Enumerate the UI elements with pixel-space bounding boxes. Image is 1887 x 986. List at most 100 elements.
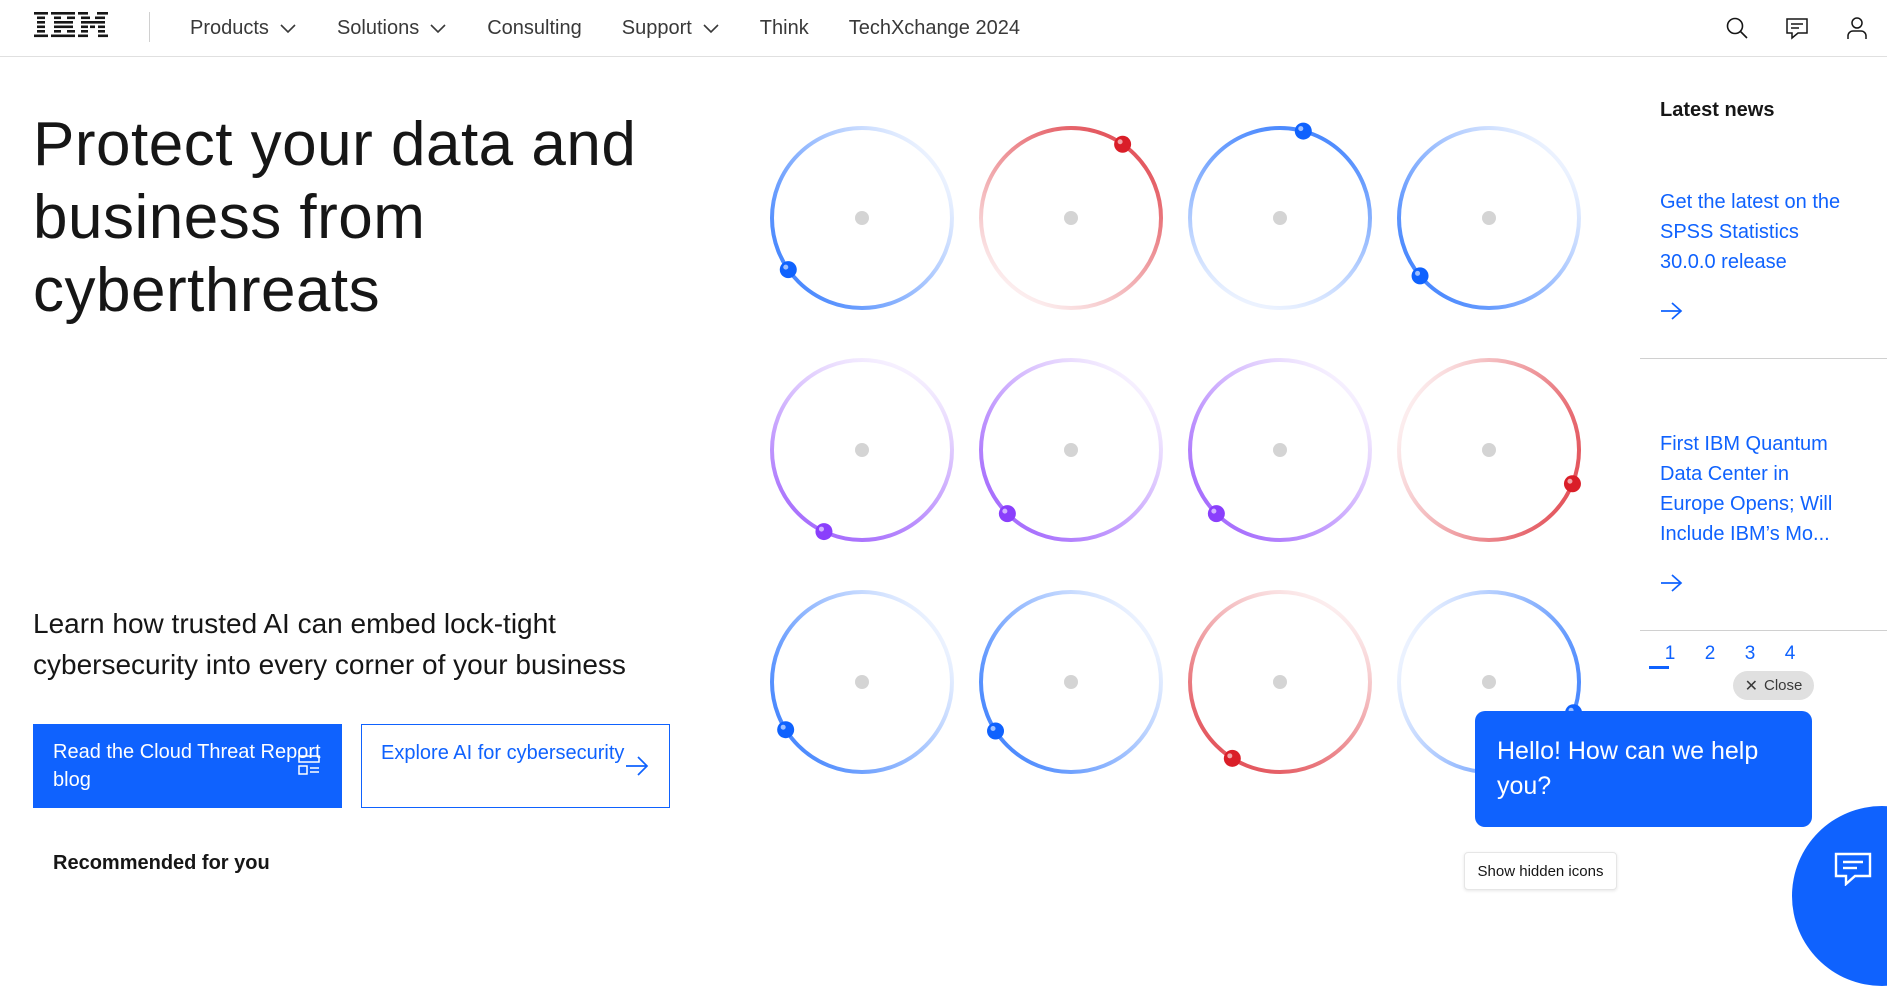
- nav-products-label: Products: [190, 16, 269, 39]
- dial-knob: [987, 722, 1005, 740]
- news-item-link[interactable]: Get the latest on the SPSS Statistics 30…: [1660, 187, 1850, 277]
- nav-think[interactable]: Think: [740, 0, 829, 56]
- arrow-right-icon: [626, 756, 649, 776]
- dial-center-dot: [855, 675, 869, 689]
- nav-techxchange-label: TechXchange 2024: [848, 16, 1020, 39]
- dial-center-dot: [1273, 443, 1287, 457]
- hero-title: Protect your data and business from cybe…: [33, 110, 637, 325]
- dial-knob-highlight: [1211, 508, 1217, 514]
- cyber-dials-graphic: [770, 122, 1583, 774]
- security-dial: [1188, 358, 1372, 542]
- chevron-down-icon: [703, 24, 719, 34]
- page-4-link[interactable]: 4: [1770, 643, 1810, 671]
- security-dial: [770, 590, 954, 774]
- security-dial: [770, 126, 954, 310]
- security-dial: [979, 590, 1163, 774]
- chat-icon: [1834, 852, 1872, 886]
- security-dial: [1397, 358, 1581, 542]
- dial-knob-highlight: [1298, 126, 1304, 132]
- nav-support[interactable]: Support: [602, 0, 740, 56]
- dial-center-dot: [1064, 211, 1078, 225]
- dial-knob-highlight: [818, 526, 824, 532]
- close-label: Close: [1764, 677, 1803, 694]
- page-2-link[interactable]: 2: [1690, 643, 1730, 671]
- dial-knob-highlight: [780, 724, 786, 730]
- explore-ai-button[interactable]: Explore AI for cybersecurity: [361, 724, 670, 808]
- dial-knob: [815, 523, 833, 541]
- top-navigation: Products Solutions Consulting Support Th…: [0, 0, 1887, 57]
- security-dial: [979, 358, 1163, 542]
- explore-ai-label: Explore AI for cybersecurity: [381, 742, 625, 764]
- chevron-down-icon: [280, 24, 296, 34]
- contact-button[interactable]: [1767, 0, 1827, 56]
- close-chat-button[interactable]: ✕ Close: [1733, 671, 1814, 700]
- dial-center-dot: [1064, 675, 1078, 689]
- show-hidden-icons-tooltip: Show hidden icons: [1464, 852, 1617, 890]
- news-item-link[interactable]: First IBM Quantum Data Center in Europe …: [1660, 429, 1850, 549]
- nav-think-label: Think: [759, 16, 809, 39]
- news-divider: [1640, 358, 1887, 359]
- active-page-indicator: [1649, 666, 1669, 669]
- hero-subtitle: Learn how trusted AI can embed lock-tigh…: [33, 608, 626, 680]
- read-report-label: Read the Cloud Threat Report blog: [53, 741, 321, 791]
- dial-knob-highlight: [1227, 753, 1233, 759]
- chat-icon: [1786, 18, 1808, 40]
- dial-knob: [779, 261, 797, 279]
- dial-center-dot: [1064, 443, 1078, 457]
- dial-knob: [1563, 475, 1581, 493]
- security-dial: [1397, 126, 1581, 310]
- security-dial: [1188, 590, 1372, 774]
- dial-center-dot: [1482, 675, 1496, 689]
- search-button[interactable]: [1707, 0, 1767, 56]
- user-icon: [1847, 17, 1867, 39]
- dial-center-dot: [855, 443, 869, 457]
- arrow-right-icon[interactable]: [1660, 300, 1684, 322]
- search-icon: [1726, 17, 1748, 39]
- latest-news-heading: Latest news: [1660, 99, 1775, 121]
- dial-knob: [1207, 505, 1225, 523]
- nav-solutions-label: Solutions: [336, 16, 420, 39]
- dial-knob: [1223, 749, 1241, 767]
- dial-center-dot: [1482, 211, 1496, 225]
- dial-knob-highlight: [783, 264, 789, 270]
- dial-knob: [777, 721, 795, 739]
- nav-consulting[interactable]: Consulting: [467, 0, 602, 56]
- arrow-right-icon[interactable]: [1660, 572, 1684, 594]
- nav-support-label: Support: [621, 16, 692, 39]
- read-report-button[interactable]: Read the Cloud Threat Report blog: [33, 724, 342, 808]
- dial-center-dot: [1273, 675, 1287, 689]
- nav-consulting-label: Consulting: [487, 16, 582, 39]
- header-divider: [149, 12, 150, 42]
- page-3-link[interactable]: 3: [1730, 643, 1770, 671]
- dial-center-dot: [855, 211, 869, 225]
- dial-knob-highlight: [990, 726, 996, 732]
- security-dial: [979, 126, 1163, 310]
- news-pagination: 1 2 3 4: [1650, 643, 1810, 671]
- header-tools: [1707, 0, 1887, 56]
- dial-center-dot: [1273, 211, 1287, 225]
- dial-knob-highlight: [1567, 478, 1573, 484]
- dial-knob: [1294, 122, 1312, 140]
- nav-products[interactable]: Products: [170, 0, 317, 56]
- nav-solutions[interactable]: Solutions: [317, 0, 467, 56]
- profile-button[interactable]: [1827, 0, 1887, 56]
- chat-launcher-button[interactable]: [1792, 806, 1887, 986]
- close-icon: ✕: [1744, 677, 1759, 695]
- chat-greeting-bubble[interactable]: Hello! How can we help you?: [1475, 711, 1812, 827]
- dial-knob-highlight: [1415, 270, 1421, 276]
- nav-techxchange[interactable]: TechXchange 2024: [829, 0, 1040, 56]
- dial-knob: [998, 505, 1016, 523]
- dial-knob: [1411, 267, 1429, 285]
- security-dial: [770, 358, 954, 542]
- main-nav: Products Solutions Consulting Support Th…: [170, 0, 1040, 56]
- recommended-heading: Recommended for you: [53, 852, 270, 874]
- security-dial: [1188, 122, 1372, 310]
- dial-knob-highlight: [1002, 508, 1008, 514]
- dial-knob-highlight: [1117, 139, 1123, 145]
- dial-knob: [1114, 135, 1132, 153]
- dial-center-dot: [1482, 443, 1496, 457]
- chevron-down-icon: [430, 24, 446, 34]
- blog-icon: [298, 755, 320, 775]
- ibm-logo[interactable]: [34, 11, 108, 41]
- news-divider: [1640, 630, 1887, 631]
